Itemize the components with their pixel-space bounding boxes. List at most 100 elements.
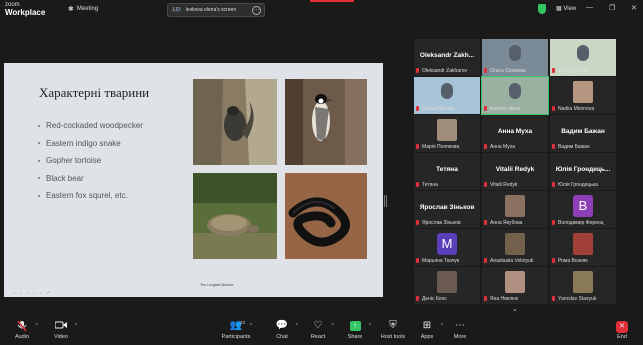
participants-label: Participants — [221, 334, 251, 340]
participant-tile[interactable]: Рома Возняк — [550, 229, 616, 266]
participant-tile[interactable]: Юлія Грондець... Юлія Грондецька — [550, 153, 616, 190]
participant-name: Деніс Кенс — [422, 296, 447, 302]
slide-controls[interactable]: • • • • • ↗ — [14, 290, 52, 295]
share-options-icon[interactable]: ··· — [252, 6, 261, 15]
end-label: End — [617, 334, 627, 340]
muted-mic-icon — [484, 220, 487, 225]
camera-icon — [43, 320, 79, 332]
participants-button[interactable]: 👥 23 Participants ^ — [218, 320, 254, 340]
chevron-up-icon[interactable]: ^ — [250, 323, 252, 329]
participant-tile[interactable]: Деніс Кенс — [414, 267, 480, 304]
participant-name: Володимир Ференц — [558, 220, 604, 226]
participant-tile[interactable]: Марія Полякова — [414, 115, 480, 152]
participant-display-name: Юлія Грондець... — [555, 166, 611, 173]
security-shield-icon[interactable] — [538, 4, 546, 14]
chevron-up-icon[interactable]: ^ — [75, 323, 77, 329]
meeting-tab[interactable]: ✱ Meeting — [68, 5, 98, 13]
participant-display-name: Тетяна — [436, 166, 458, 173]
gallery-next-page-icon[interactable]: ⌄ — [512, 305, 518, 313]
participant-avatar — [437, 271, 457, 293]
screen-share-indicator[interactable]: LO leskova olena's screen ··· — [167, 3, 265, 17]
participant-tile[interactable]: Nadiia Mironova — [550, 77, 616, 114]
apps-icon: ⊞ — [422, 320, 432, 331]
chevron-up-icon[interactable]: ^ — [36, 323, 38, 329]
paw-icon: ✱ — [68, 6, 74, 13]
participant-tile[interactable]: Анна Якубова — [482, 191, 548, 228]
audio-button[interactable]: Audio ^ — [4, 320, 40, 340]
recording-indicator — [310, 0, 354, 2]
meeting-label: Meeting — [76, 6, 99, 12]
participant-gallery: Oleksandr Zakh... Oleksandr Zakharov Ольга… — [414, 39, 618, 304]
participant-tile[interactable]: Yaroslav Stasyuk — [550, 267, 616, 304]
participant-count: 23 — [240, 320, 246, 325]
participant-name: Юлія Грондецька — [558, 182, 598, 188]
participant-display-name: Анна Муха — [497, 128, 533, 135]
more-dots-icon: ⋯ — [455, 320, 465, 331]
participant-initial-avatar: B — [573, 195, 593, 217]
host-tools-label: Host tools — [380, 334, 406, 340]
participant-tile[interactable]: Anastasiia Volotyuk — [482, 229, 548, 266]
participant-tile[interactable]: Вадим Бажан Вадим Бажан — [550, 115, 616, 152]
more-button[interactable]: ⋯ More — [442, 320, 478, 340]
participant-avatar — [573, 233, 593, 255]
participant-tile[interactable]: Ярослав Зіньков Ярослав Зіньков — [414, 191, 480, 228]
muted-mic-icon — [484, 182, 487, 187]
participant-video — [509, 83, 521, 99]
bullet-item: Eastern indigo snake — [38, 135, 143, 153]
chevron-up-icon[interactable]: ^ — [332, 323, 334, 329]
chevron-up-icon[interactable]: ^ — [369, 323, 371, 329]
participant-tile[interactable]: leskova olena — [481, 76, 549, 115]
muted-mic-icon — [484, 106, 487, 111]
view-label: View — [563, 6, 577, 12]
more-label: More — [453, 334, 467, 340]
participant-name: Рома Возняк — [558, 258, 588, 264]
share-button[interactable]: ↑ Share ^ — [337, 320, 373, 340]
shared-screen: Характерні тварини Red-cockaded woodpeck… — [0, 20, 390, 317]
chevron-up-icon[interactable]: ^ — [296, 323, 298, 329]
participant-name: Anastasiia Volotyuk — [490, 258, 534, 264]
participant-tile[interactable]: Oleksandr Zakh... Oleksandr Zakharov — [414, 39, 480, 76]
participant-initial-avatar: M — [437, 233, 457, 255]
participant-tile[interactable]: Олена Матюк — [414, 77, 480, 114]
participant-name: Анна Якубова — [490, 220, 523, 226]
people-icon: 👥 — [229, 320, 243, 331]
video-button[interactable]: Video ^ — [43, 320, 79, 340]
participant-name: leskova olena — [490, 106, 521, 112]
restore-icon[interactable]: ❐ — [609, 4, 615, 12]
participant-display-name: Oleksandr Zakh... — [419, 52, 475, 59]
muted-mic-icon — [552, 258, 555, 263]
slide-caption: The Longleaf Alliance — [200, 283, 234, 287]
participant-tile[interactable]: Тетяна Тетяна — [414, 153, 480, 190]
meeting-toolbar: Audio ^ Video ^ 👥 23 Participants ^ 💬 Ch… — [0, 317, 643, 345]
participant-name: Yaroslav Stasyuk — [558, 296, 597, 302]
muted-mic-icon — [484, 296, 487, 301]
muted-mic-icon — [4, 320, 40, 332]
bullet-item: Red-cockaded woodpecker — [38, 117, 143, 135]
chat-button[interactable]: 💬 Chat ^ — [264, 320, 300, 340]
end-call-icon: ✕ — [604, 320, 640, 333]
video-label: Video — [54, 334, 68, 340]
end-button[interactable]: ✕ End — [604, 320, 640, 340]
host-tools-button[interactable]: ⛨ Host tools — [375, 320, 411, 340]
participant-tile[interactable]: Ecology Host — [550, 39, 616, 76]
muted-mic-icon — [416, 296, 419, 301]
audio-label: Audio — [14, 334, 30, 340]
participant-name: Тетяна — [422, 182, 438, 188]
participant-tile[interactable]: Vitalii Redyk Vitalii Redyk — [482, 153, 548, 190]
participant-tile[interactable]: Анна Муха Анна Муха — [482, 115, 548, 152]
react-button[interactable]: ♡ React ^ — [300, 320, 336, 340]
view-button[interactable]: ▦ View — [556, 5, 576, 12]
panel-resize-handle[interactable] — [384, 195, 387, 207]
slide-title: Характерні тварини — [39, 85, 150, 100]
close-icon[interactable]: ✕ — [631, 4, 637, 12]
participant-tile[interactable]: M Марьяна Ткачук — [414, 229, 480, 266]
minimize-icon[interactable]: — — [586, 4, 593, 11]
participant-tile[interactable]: Ольга Єрємова — [482, 39, 548, 76]
apps-button[interactable]: ⊞ Apps ^ — [409, 320, 445, 340]
participant-avatar — [505, 195, 525, 217]
participant-tile[interactable]: Яна Никлюк — [482, 267, 548, 304]
participant-tile[interactable]: B Володимир Ференц — [550, 191, 616, 228]
participant-name: Ecology Host — [558, 68, 588, 74]
apps-label: Apps — [420, 334, 434, 340]
participant-avatar — [437, 119, 457, 141]
